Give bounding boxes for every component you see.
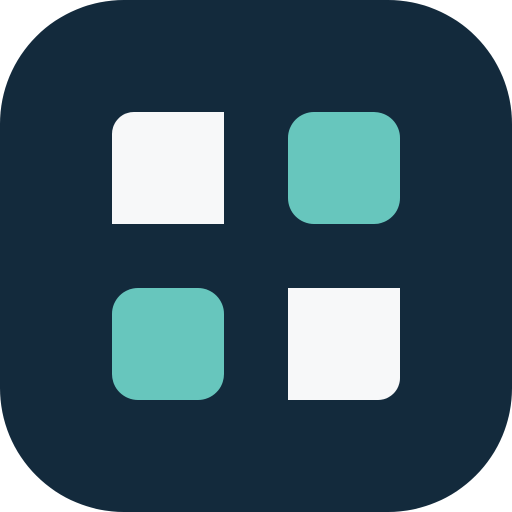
top-right-accent-tile <box>288 112 400 224</box>
bottom-right-light-tile <box>288 288 400 400</box>
bottom-left-accent-tile <box>112 288 224 400</box>
app-icon-background <box>0 0 512 512</box>
top-left-light-tile <box>112 112 224 224</box>
